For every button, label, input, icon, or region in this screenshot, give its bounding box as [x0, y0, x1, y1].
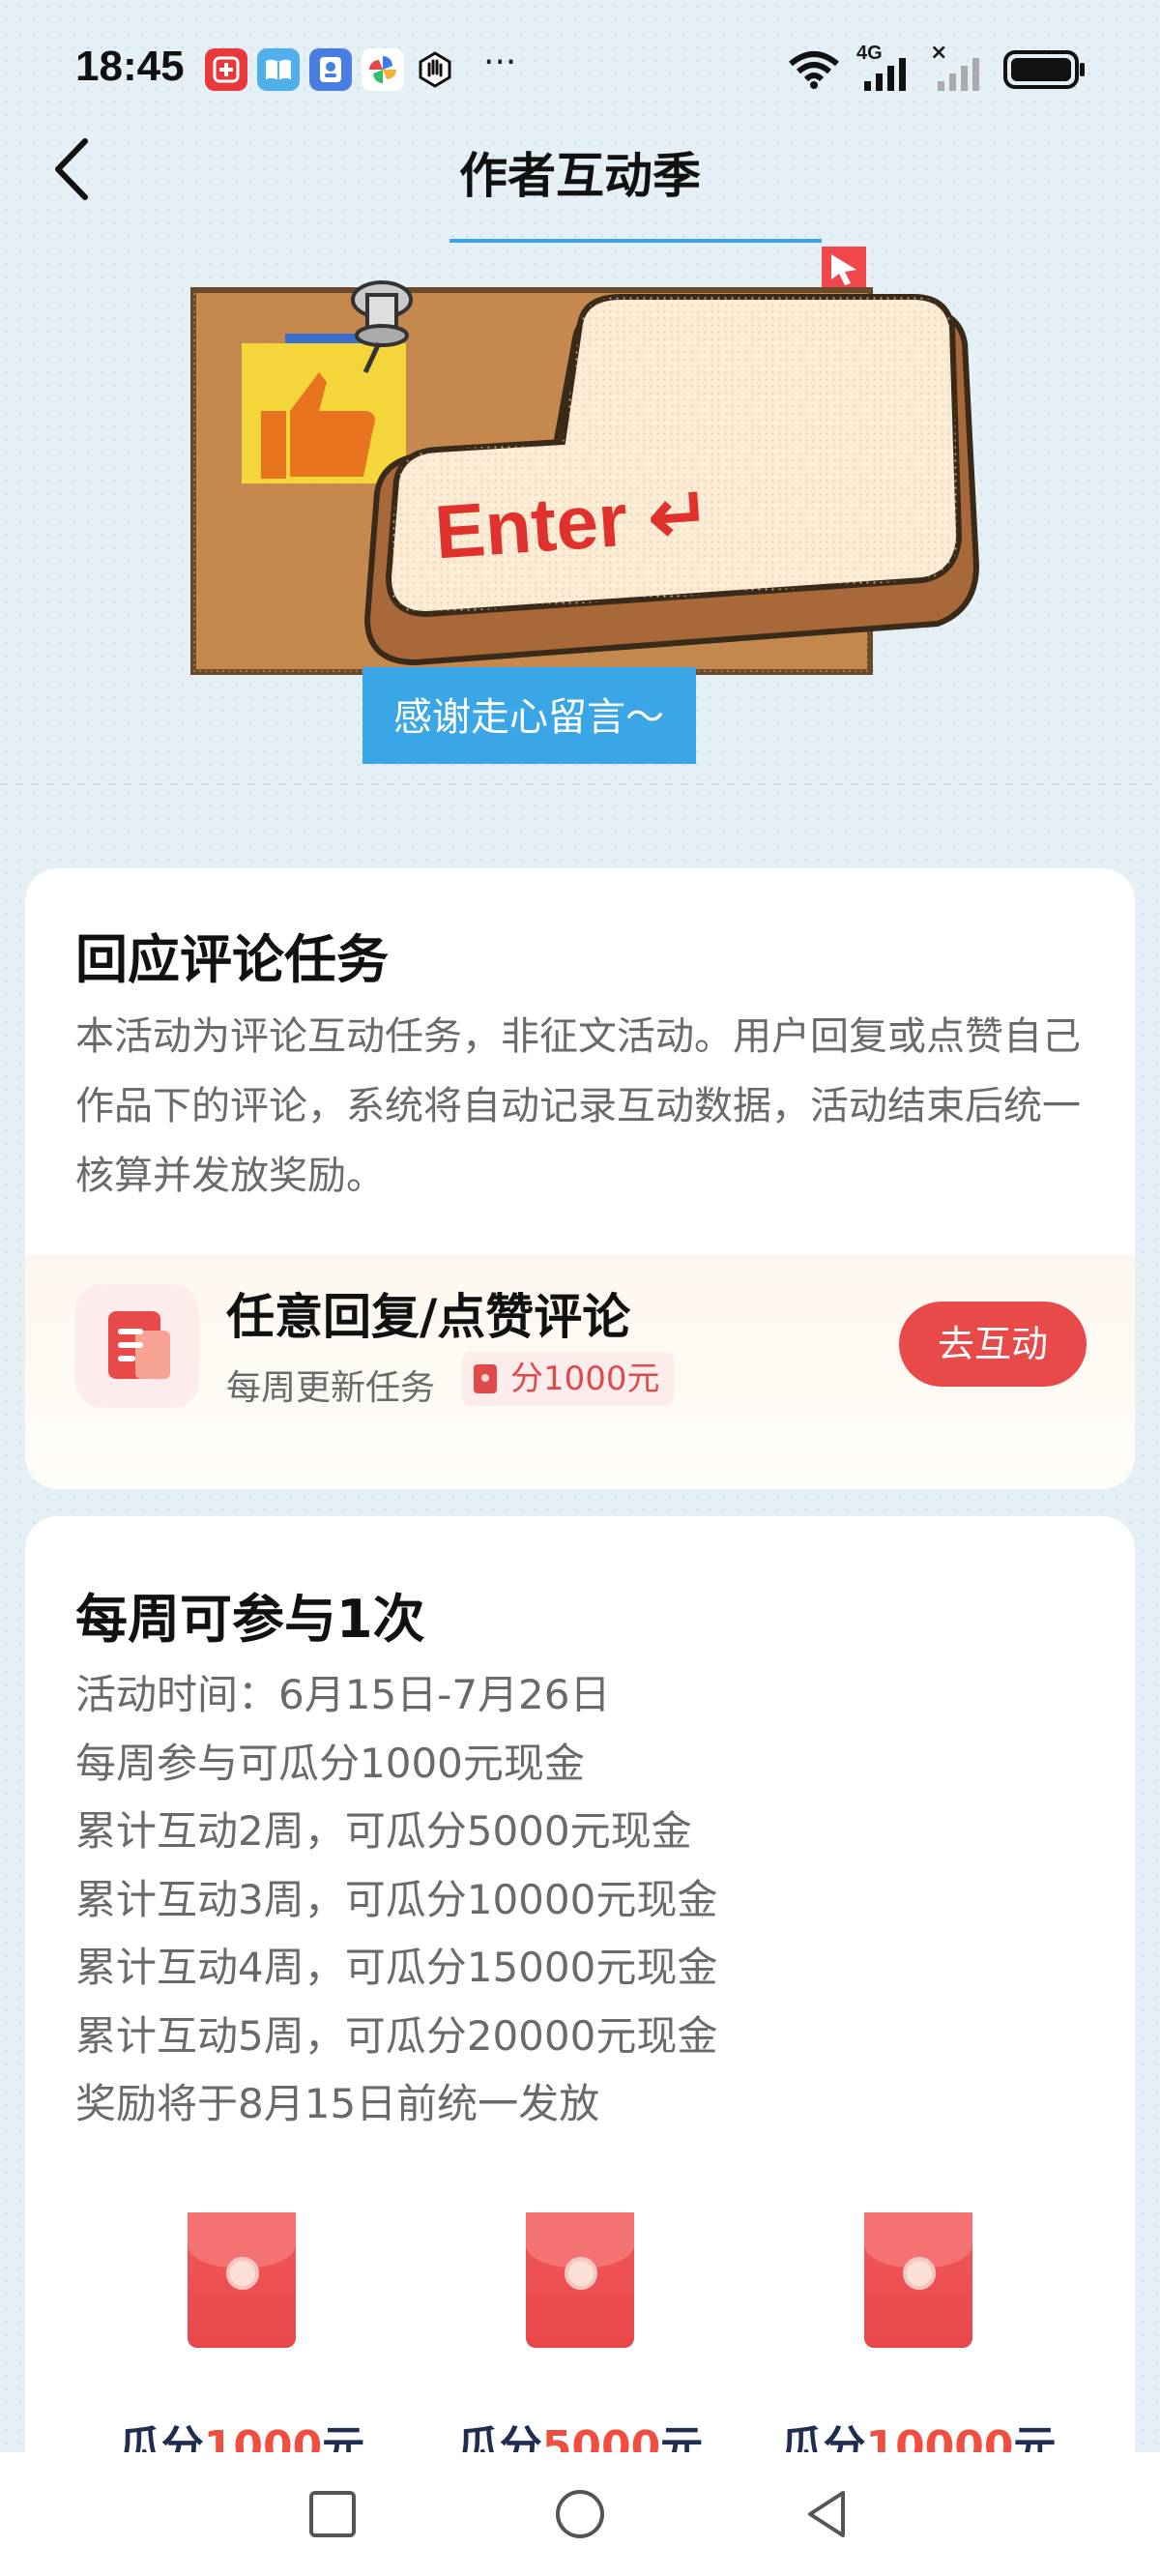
rule-line: 奖励将于8月15日前统一发放 [75, 2080, 600, 2127]
rule-line: 每周参与可瓜分1000元现金 [75, 1739, 585, 1787]
task-title: 任意回复/点赞评论 [226, 1289, 631, 1345]
contact-app-icon [309, 48, 352, 91]
cellular-signal-2: × [930, 41, 988, 91]
home-icon[interactable] [553, 2487, 607, 2541]
hospital-app-icon [205, 48, 247, 91]
red-packet-icon [474, 1364, 497, 1393]
reward-tag-text: 分1000元 [510, 1360, 660, 1398]
go-interact-button[interactable]: 去互动 [899, 1302, 1087, 1387]
rule-line: 活动时间：6月15日-7月26日 [75, 1671, 611, 1718]
cellular-signal-1: 4G [856, 43, 914, 91]
task-icon [75, 1284, 199, 1408]
rule-line: 累计互动5周，可瓜分20000元现金 [75, 2011, 718, 2060]
rules-list: 活动时间：6月15日-7月26日 每周参与可瓜分1000元现金 累计互动2周，可… [75, 1661, 717, 2139]
red-packet-item: 瓜分1000元 [97, 2212, 387, 2474]
task-card: 回应评论任务 本活动为评论互动任务，非征文活动。用户回复或点赞自己作品下的评论，… [25, 868, 1135, 1489]
recent-apps-icon[interactable] [305, 2487, 360, 2541]
pinwheel-app-icon [362, 48, 404, 91]
header: 作者互动季 [0, 116, 1160, 222]
clock: 18:45 [75, 43, 185, 90]
hand-app-icon [414, 48, 456, 91]
red-packet-icon [526, 2212, 634, 2348]
book-app-icon [257, 48, 300, 91]
reward-tag: 分1000元 [462, 1352, 674, 1406]
red-packet-icon [864, 2212, 972, 2348]
battery-icon [1003, 50, 1085, 89]
rule-line: 累计互动4周，可瓜分15000元现金 [75, 1944, 718, 1991]
task-card-title: 回应评论任务 [75, 929, 389, 990]
banner-illustration: Enter ↵ 感谢走心留言～ [174, 227, 1025, 798]
notification-icons [205, 48, 456, 91]
red-packet-icon [188, 2212, 296, 2348]
rule-line: 累计互动2周，可瓜分5000元现金 [75, 1807, 692, 1855]
task-row: 任意回复/点赞评论 每周更新任务 分1000元 去互动 [25, 1255, 1135, 1489]
rule-line: 累计互动3周，可瓜分10000元现金 [75, 1875, 718, 1923]
task-subtitle: 每周更新任务 [226, 1368, 436, 1408]
red-packet-item: 瓜分10000元 [773, 2212, 1063, 2474]
rules-card: 每周可参与1次 活动时间：6月15日-7月26日 每周参与可瓜分1000元现金 … [25, 1516, 1135, 2576]
red-packet-item: 瓜分5000元 [435, 2212, 725, 2474]
system-navigation-bar [0, 2452, 1160, 2576]
task-card-description: 本活动为评论互动任务，非征文活动。用户回复或点赞自己作品下的评论，系统将自动记录… [75, 1014, 1081, 1198]
page-title: 作者互动季 [459, 148, 701, 204]
banner-label: 感谢走心留言～ [393, 695, 664, 740]
system-status-icons: 4G × [787, 41, 1087, 91]
back-triangle-icon[interactable] [800, 2487, 855, 2541]
wifi-icon [789, 51, 839, 89]
more-notifications-indicator: ··· [483, 43, 517, 82]
rules-card-title: 每周可参与1次 [75, 1589, 425, 1650]
